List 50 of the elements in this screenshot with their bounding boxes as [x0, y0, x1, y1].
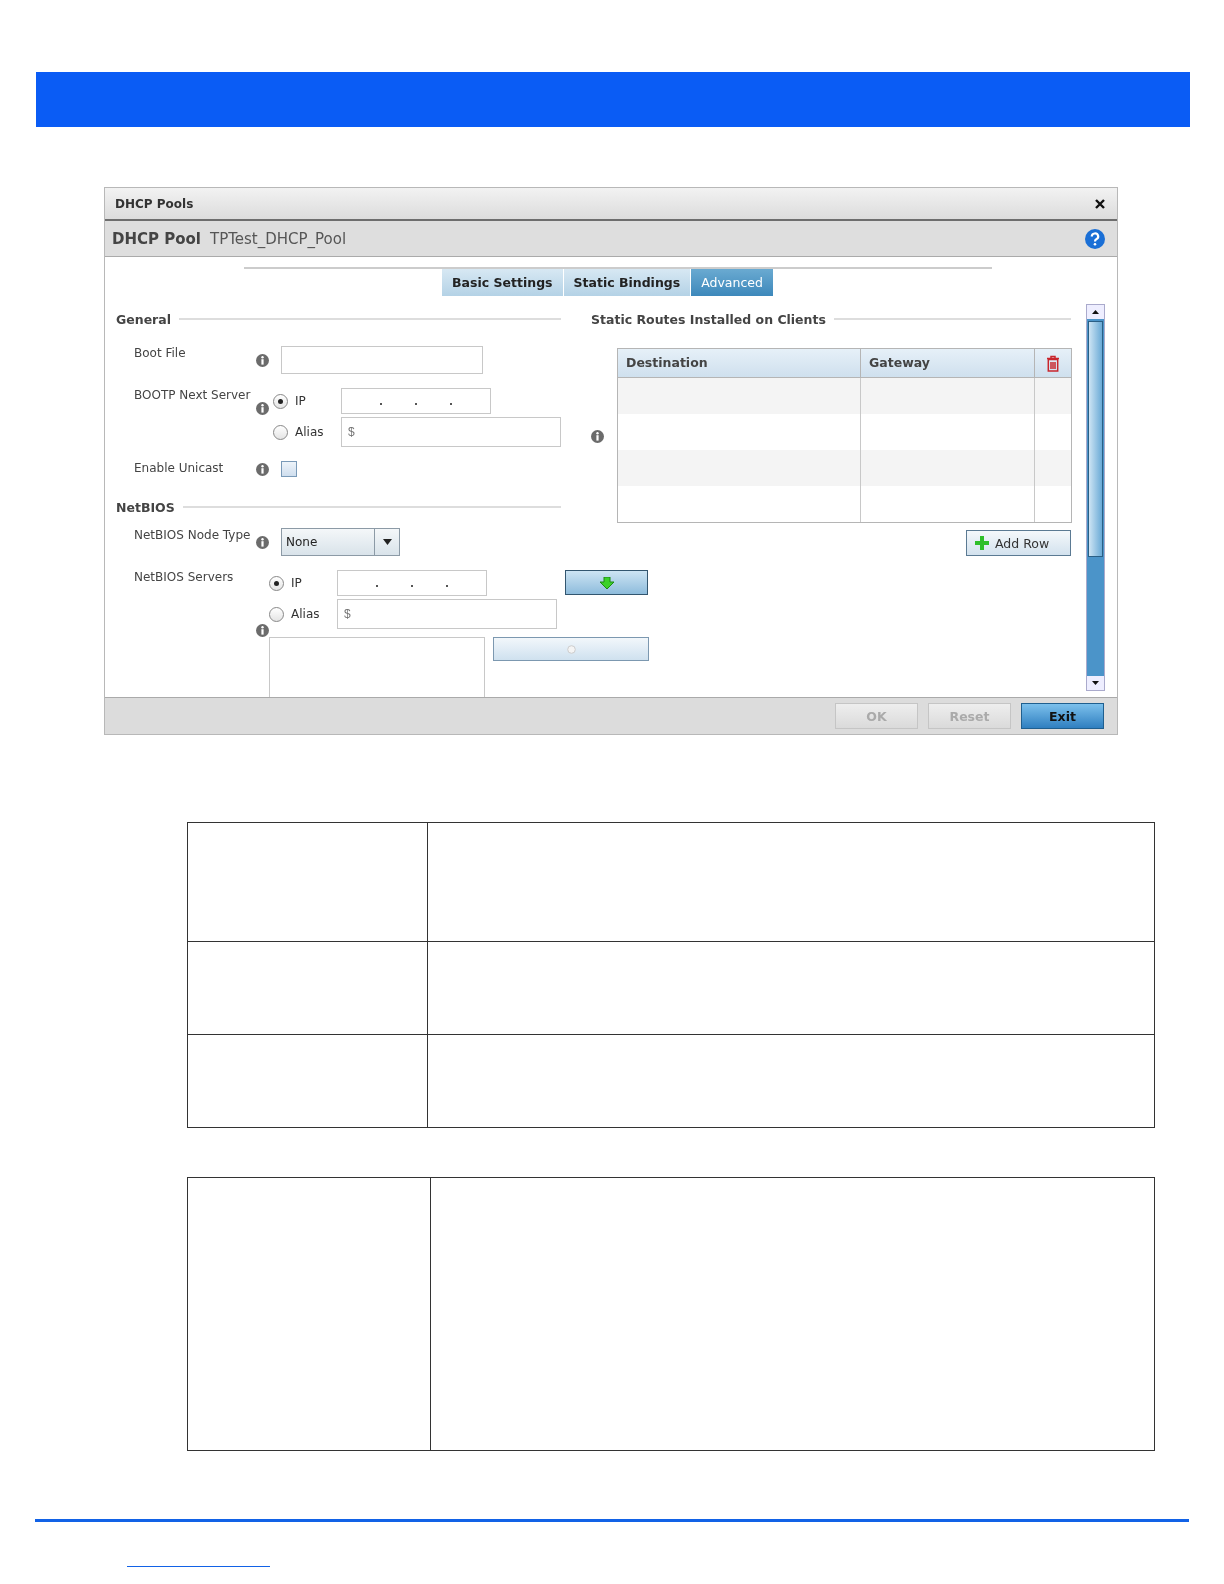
scroll-down-icon[interactable]: [1092, 681, 1099, 685]
info-icon[interactable]: [256, 624, 269, 637]
dialog-button[interactable]: Exit: [1021, 703, 1104, 729]
field-label: NetBIOS Servers: [134, 570, 235, 584]
pool-label: DHCP Pool: [112, 230, 201, 248]
radio-button[interactable]: [273, 424, 288, 440]
info-icon[interactable]: [591, 430, 604, 443]
section-title: NetBIOS: [116, 499, 175, 515]
section-title: Static Routes Installed on Clients: [591, 311, 826, 327]
boot-file-field[interactable]: [281, 346, 483, 374]
section-title: General: [116, 311, 171, 327]
field-label: NetBIOS Node Type: [134, 528, 252, 542]
pool-name: TPTest_DHCP_Pool: [210, 230, 347, 248]
tab[interactable]: Static Bindings: [563, 269, 692, 296]
info-icon[interactable]: [256, 402, 269, 415]
node-type-dropdown[interactable]: None: [281, 528, 400, 556]
radio-label: IP: [291, 576, 302, 590]
down-arrow-icon: [599, 576, 614, 589]
radio-label: IP: [295, 394, 306, 408]
field-label: Boot File: [134, 346, 187, 360]
ip-address-field[interactable]: [337, 570, 487, 596]
add-button[interactable]: [565, 570, 648, 595]
alias-field[interactable]: $: [337, 599, 557, 629]
trash-icon[interactable]: [1046, 354, 1060, 372]
add-row-button[interactable]: Add Row: [966, 530, 1071, 556]
scrollbar[interactable]: [1086, 304, 1105, 691]
radio-button[interactable]: [269, 575, 284, 591]
checkbox[interactable]: [281, 461, 297, 477]
radio-label: Alias: [295, 425, 324, 439]
plus-icon: [975, 536, 989, 550]
help-icon[interactable]: [1085, 228, 1105, 249]
scroll-up-icon[interactable]: [1092, 310, 1099, 314]
field-label: BOOTP Next Server: [134, 388, 252, 402]
column-header: Destination: [618, 349, 861, 377]
ip-address-field[interactable]: [341, 388, 491, 414]
radio-label: Alias: [291, 607, 320, 621]
info-icon[interactable]: [256, 462, 269, 476]
radio-button[interactable]: [269, 606, 284, 622]
close-icon[interactable]: [1095, 198, 1105, 209]
column-header: Gateway: [861, 349, 1035, 377]
radio-button[interactable]: [273, 393, 288, 409]
window-title: DHCP Pools: [115, 196, 194, 211]
caret-icon: [382, 539, 392, 545]
info-icon[interactable]: [256, 535, 269, 549]
alias-field[interactable]: $: [341, 417, 561, 447]
circle-icon: [566, 644, 576, 654]
info-icon[interactable]: [256, 353, 269, 367]
field-label: Enable Unicast: [134, 461, 225, 475]
remove-button[interactable]: [493, 637, 649, 661]
tab[interactable]: Basic Settings: [442, 269, 564, 296]
